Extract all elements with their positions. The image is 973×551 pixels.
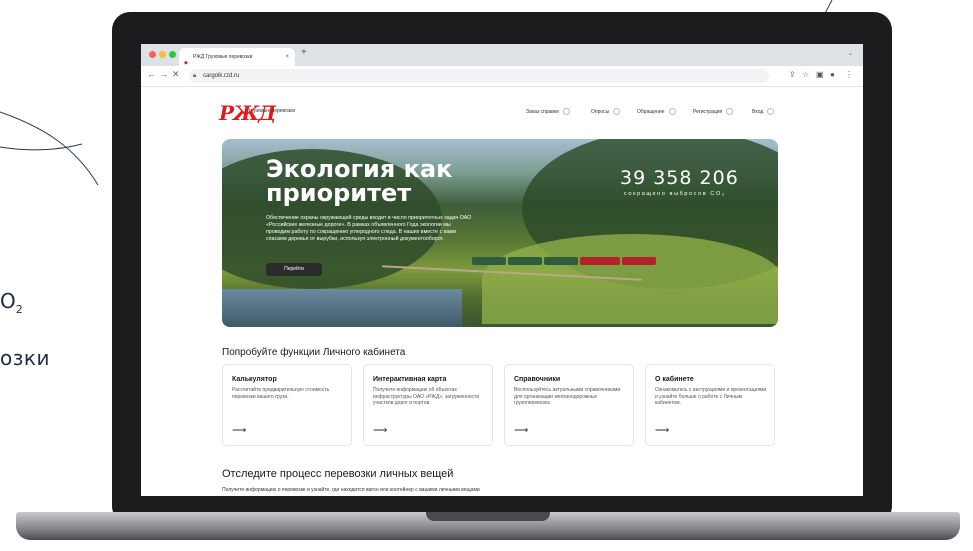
forward-icon[interactable]: → xyxy=(159,69,168,79)
reload-icon[interactable]: ✕ xyxy=(172,69,180,80)
hero-lake xyxy=(222,289,462,327)
train-locomotive xyxy=(580,257,620,265)
tracking-subtitle: Получите информацию о перевозке и узнайт… xyxy=(222,487,480,493)
decor-curve-left-2 xyxy=(0,143,83,151)
star-icon[interactable]: ☆ xyxy=(802,70,809,79)
arrow-right-icon[interactable]: ⟶ xyxy=(514,425,528,436)
share-icon[interactable]: ⇪ xyxy=(789,70,796,79)
chevron-down-icon[interactable]: ⌄ xyxy=(848,50,853,57)
hero-stat-label: сокращено выбросов CO₂ xyxy=(624,191,726,197)
card-title: Справочники xyxy=(514,376,561,383)
features-title: Попробуйте функции Личного кабинета xyxy=(222,347,406,358)
url-field[interactable]: 🔒︎ cargolk.rzd.ru xyxy=(189,69,769,83)
tab-close-icon[interactable]: × xyxy=(285,48,289,66)
card-text: Ознакомьтесь с инструкциями и презентаци… xyxy=(655,387,767,406)
surveys-icon xyxy=(613,108,621,115)
laptop-notch xyxy=(426,512,550,521)
laptop-screen: ◆ РЖД Грузовые перевозки × + ⌄ ← → ✕ 🔒︎ … xyxy=(141,44,863,496)
registration-icon xyxy=(726,108,734,115)
close-window-dot[interactable] xyxy=(149,51,156,58)
arrow-right-icon[interactable]: ⟶ xyxy=(655,425,669,436)
back-icon[interactable]: ← xyxy=(147,69,156,79)
nav-login[interactable]: Вход xyxy=(752,108,775,115)
browser-tab[interactable]: ◆ РЖД Грузовые перевозки × xyxy=(179,48,295,66)
new-tab-button[interactable]: + xyxy=(301,47,307,58)
url-text: cargolk.rzd.ru xyxy=(203,73,240,79)
card-text: Получите информацию об объектах инфрастр… xyxy=(373,387,480,406)
sidebar-icon[interactable]: ▣ xyxy=(816,70,824,79)
card-directories[interactable]: Справочники Воспользуйтесь актуальными с… xyxy=(504,364,634,446)
card-title: Калькулятор xyxy=(232,376,277,383)
decor-curve-left xyxy=(0,111,99,186)
nav-surveys[interactable]: Опросы xyxy=(591,108,621,115)
train-car xyxy=(544,257,578,265)
card-interactive-map[interactable]: Интерактивная карта Получите информацию … xyxy=(363,364,493,446)
browser-address-bar: ← → ✕ 🔒︎ cargolk.rzd.ru ⇪ ☆ ▣ ● ⋮ xyxy=(141,66,863,87)
profile-icon[interactable]: ● xyxy=(830,70,835,79)
appeal-icon xyxy=(668,108,676,115)
hero-go-button[interactable]: Перейти xyxy=(266,263,322,276)
nav-order-reference[interactable]: Заказ справки xyxy=(526,108,570,115)
login-icon xyxy=(767,108,775,115)
order-reference-icon xyxy=(562,108,570,115)
nav-appeal[interactable]: Обращение xyxy=(637,108,676,115)
train-car xyxy=(508,257,542,265)
lock-icon: 🔒︎ xyxy=(193,73,197,79)
browser-tabbar: ◆ РЖД Грузовые перевозки × + ⌄ xyxy=(141,44,863,66)
train-car xyxy=(472,257,506,265)
nav-registration[interactable]: Регистрация xyxy=(693,108,734,115)
minimize-window-dot[interactable] xyxy=(159,51,166,58)
card-about[interactable]: О кабинете Ознакомьтесь с инструкциями и… xyxy=(645,364,775,446)
arrow-right-icon[interactable]: ⟶ xyxy=(373,425,387,436)
hero-description: Обеспечение охраны окружающей среды вход… xyxy=(266,215,472,242)
hero-stat-value: 39 358 206 xyxy=(620,167,739,189)
card-title: О кабинете xyxy=(655,376,694,383)
card-text: Воспользуйтесь актуальными справочниками… xyxy=(514,387,621,406)
hero-title: Экология как приоритет xyxy=(266,155,453,207)
train-locomotive xyxy=(622,257,656,265)
hero-banner: Экология как приоритет Обеспечение охран… xyxy=(222,139,778,327)
maximize-window-dot[interactable] xyxy=(169,51,176,58)
arrow-right-icon[interactable]: ⟶ xyxy=(232,425,246,436)
card-title: Интерактивная карта xyxy=(373,376,447,383)
card-calculator[interactable]: Калькулятор Рассчитайте предварительную … xyxy=(222,364,352,446)
side-co2-text: O2 xyxy=(0,289,23,316)
tracking-title: Отследите процесс перевозки личных вещей xyxy=(222,468,454,480)
side-word-text: озки xyxy=(0,346,50,370)
menu-icon[interactable]: ⋮ xyxy=(845,70,853,79)
tab-title: РЖД Грузовые перевозки xyxy=(193,54,253,60)
logo-subtitle: грузовые перевозки xyxy=(249,108,296,114)
card-text: Рассчитайте предварительную стоимость пе… xyxy=(232,387,330,400)
